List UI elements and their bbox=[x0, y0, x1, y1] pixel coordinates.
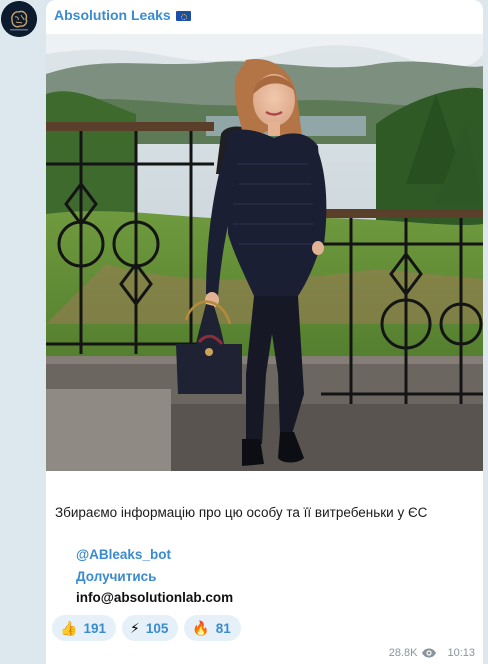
photo-icon bbox=[46, 34, 483, 471]
join-link[interactable]: Долучитись bbox=[76, 569, 156, 584]
reaction-fire[interactable]: 🔥 81 bbox=[184, 615, 241, 641]
channel-avatar[interactable] bbox=[1, 1, 37, 37]
reaction-lightning[interactable]: ⚡ 105 bbox=[121, 615, 179, 641]
channel-name-label: Absolution Leaks bbox=[54, 7, 171, 23]
thumbs-up-icon: 👍 bbox=[60, 620, 78, 636]
lightning-icon: ⚡ bbox=[129, 620, 140, 636]
reaction-count: 81 bbox=[215, 620, 231, 636]
reactions-bar: 👍 191 ⚡ 105 🔥 81 bbox=[52, 615, 241, 641]
view-count: 28.8K bbox=[388, 647, 418, 659]
reaction-thumbs-up[interactable]: 👍 191 bbox=[52, 615, 116, 641]
brain-logo-icon bbox=[1, 1, 37, 37]
reaction-count: 105 bbox=[145, 620, 169, 636]
bot-link[interactable]: @ABleaks_bot bbox=[76, 547, 171, 562]
message-meta: 28.8K 10:13 bbox=[389, 647, 475, 659]
channel-name[interactable]: Absolution Leaks bbox=[54, 7, 191, 25]
contact-email: info@absolutionlab.com bbox=[76, 590, 234, 605]
eu-flag-icon bbox=[175, 11, 191, 21]
message-photo[interactable] bbox=[46, 34, 483, 471]
fire-icon: 🔥 bbox=[192, 620, 210, 636]
eye-icon bbox=[422, 648, 437, 658]
message-time: 10:13 bbox=[447, 647, 475, 659]
message-caption: Збираємо інформацію про цю особу та її в… bbox=[55, 505, 428, 520]
message-bubble: Absolution Leaks Збираємо інформацію про… bbox=[46, 0, 483, 664]
reaction-count: 191 bbox=[83, 620, 106, 636]
